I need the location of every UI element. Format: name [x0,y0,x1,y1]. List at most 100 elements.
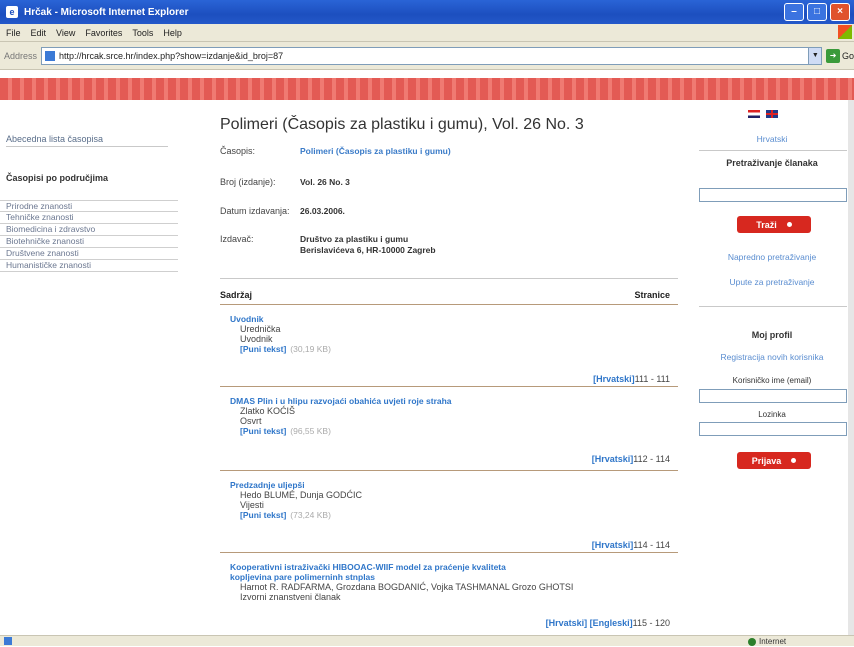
close-button[interactable]: × [830,3,850,21]
article-type: Vijesti [240,500,264,510]
status-bar: Internet [0,635,854,646]
vertical-scrollbar[interactable] [848,100,854,635]
security-zone: Internet [748,636,786,647]
date-row: Datum izdavanja: 26.03.2006. [220,206,345,216]
abstract-link-english[interactable]: [Engleski] [590,618,633,628]
contents-heading: Sadržaj [220,290,253,300]
ie-icon: e [6,6,18,18]
journal-label: Časopis: [220,146,256,156]
alphabetic-list-link[interactable]: Abecedna lista časopisa [6,134,168,147]
fulltext-link[interactable]: [Puni tekst] [240,344,286,354]
divider [220,278,678,279]
list-item: Uvodnik Urednička Uvodnik [Puni tekst] (3… [230,314,670,384]
divider [220,304,678,305]
maximize-button[interactable]: □ [807,3,827,21]
list-item: Kooperativni istraživački HIBOOAC-WIIF m… [230,562,670,632]
areas-heading: Časopisi po područjima [6,173,109,183]
journal-link[interactable]: Polimeri (Časopis za plastiku i gumu) [300,146,451,156]
globe-icon [748,637,756,646]
address-bar: Address http://hrcak.srce.hr/index.php?s… [0,42,854,70]
article-authors: Zlatko KOĆIŠ [240,406,296,416]
password-label: Lozinka [758,410,786,419]
address-dropdown-icon[interactable]: ▼ [808,46,823,65]
menu-favorites[interactable]: Favorites [85,28,122,38]
article-type: Izvorni znanstveni članak [240,592,341,602]
sidebar-item-natural-sciences[interactable]: Prirodne znanosti [0,200,178,212]
publisher-label: Izdavač: [220,234,254,244]
abstract-link[interactable]: [Hrvatski] [592,454,634,464]
divider [220,552,678,553]
abstract-link[interactable]: [Hrvatski] [546,618,588,628]
article-title[interactable]: Predzadnje uljepši [230,480,670,490]
windows-logo-icon [838,25,852,39]
sidebar-item-technical-sciences[interactable]: Tehničke znanosti [0,212,178,224]
bullet-icon [786,222,792,227]
menu-edit[interactable]: Edit [31,28,47,38]
search-heading: Pretraživanje članaka [726,158,818,168]
search-input[interactable] [699,188,847,202]
page-icon [45,50,56,61]
abstract-link[interactable]: [Hrvatski] [593,374,635,384]
list-item: Predzadnje uljepši Hedo BLUMÉ, Dunja GOD… [230,480,670,550]
language-link[interactable]: Hrvatski [693,134,851,144]
article-title-line2[interactable]: kopljevina pare polimerninh stnplas [230,572,670,582]
sidebar-item-humanities[interactable]: Humanističke znanosti [0,260,178,272]
article-authors: Harnot R. RADFARMA, Grozdana BOGDANIĆ, V… [240,582,574,592]
zone-label: Internet [759,637,787,646]
address-label: Address [4,50,38,61]
email-field[interactable] [699,389,847,403]
article-type: Uvodnik [240,334,273,344]
article-pages: [Hrvatski]114 - 114 [592,540,670,550]
publisher-row: Izdavač: Društvo za plastiku i gumu Beri… [220,234,436,255]
menu-view[interactable]: View [56,28,75,38]
croatian-flag-icon[interactable] [748,110,760,118]
article-authors: Urednička [240,324,281,334]
divider [699,150,847,151]
page-range: 114 - 114 [633,540,670,550]
go-button[interactable]: Go [842,51,854,61]
bullet-icon [791,458,797,463]
search-help-link[interactable]: Upute za pretraživanje [693,277,851,287]
menu-help[interactable]: Help [163,28,182,38]
page-range: 111 - 111 [634,374,670,384]
address-field[interactable]: http://hrcak.srce.hr/index.php?show=izda… [41,46,810,65]
menu-file[interactable]: File [6,28,21,38]
file-size: (73,24 KB) [290,510,331,520]
sidebar-item-social-sciences[interactable]: Društvene znanosti [0,248,178,260]
page-icon [4,637,12,645]
minimize-button[interactable]: – [784,3,804,21]
fulltext-link[interactable]: [Puni tekst] [240,510,286,520]
publisher-address: Berislavićeva 6, HR-10000 Zagreb [300,245,436,255]
publisher-name: Društvo za plastiku i gumu [300,234,409,244]
divider [220,386,678,387]
areas-list: Prirodne znanosti Tehničke znanosti Biom… [0,200,178,272]
advanced-search-link[interactable]: Napredno pretraživanje [693,252,851,262]
sidebar-item-biomedicine[interactable]: Biomedicina i zdravstvo [0,224,178,236]
article-pages: [Hrvatski]111 - 111 [593,374,670,384]
pages-heading: Stranice [634,290,670,300]
english-flag-icon[interactable] [766,110,778,118]
divider [699,306,847,307]
article-authors: Hedo BLUMÉ, Dunja GODĆIC [240,490,363,500]
menu-tools[interactable]: Tools [132,28,153,38]
password-field[interactable] [699,422,847,436]
sidebar-item-biotechnical[interactable]: Biotehničke znanosti [0,236,178,248]
fulltext-link[interactable]: [Puni tekst] [240,426,286,436]
article-title[interactable]: Uvodnik [230,314,670,324]
go-arrow-icon[interactable]: ➜ [826,48,840,63]
article-title[interactable]: DMAS Plin i u hlipu razvojaći obahića uv… [230,396,670,406]
abstract-link[interactable]: [Hrvatski] [592,540,634,550]
issue-value: Vol. 26 No. 3 [300,177,350,187]
issue-label: Broj (izdanje): [220,177,276,187]
page-range: 115 - 120 [632,618,670,628]
email-label: Korisničko ime (email) [732,376,812,385]
divider [220,470,678,471]
article-pages: [Hrvatski] [Engleski]115 - 120 [546,618,670,628]
list-item: DMAS Plin i u hlipu razvojaći obahića uv… [230,396,670,466]
issue-row: Broj (izdanje): Vol. 26 No. 3 [220,177,350,187]
search-button[interactable]: Traži [737,216,811,233]
login-button[interactable]: Prijava [737,452,811,469]
article-title[interactable]: Kooperativni istraživački HIBOOAC-WIIF m… [230,562,670,572]
file-size: (30,19 KB) [290,344,331,354]
register-link[interactable]: Registracija novih korisnika [693,352,851,362]
